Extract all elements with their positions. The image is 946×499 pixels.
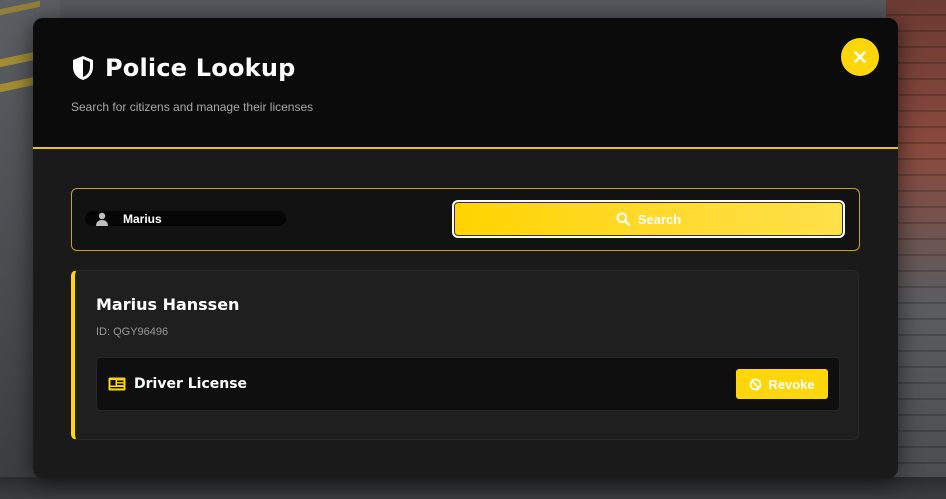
close-button[interactable] bbox=[841, 38, 879, 76]
person-icon bbox=[96, 212, 108, 226]
revoke-button-label: Revoke bbox=[768, 376, 815, 392]
modal-header: Police Lookup Search for citizens and ma… bbox=[33, 18, 898, 149]
license-row: Driver License Revoke bbox=[96, 357, 840, 411]
search-input[interactable] bbox=[123, 211, 273, 226]
search-icon bbox=[616, 212, 630, 226]
license-label: Driver License bbox=[134, 376, 248, 392]
title-row: Police Lookup bbox=[71, 54, 296, 82]
search-button-label: Search bbox=[637, 211, 682, 227]
police-lookup-modal: Police Lookup Search for citizens and ma… bbox=[33, 18, 898, 478]
shield-icon bbox=[73, 56, 93, 80]
citizen-id: ID: QGY96496 bbox=[96, 326, 169, 338]
close-icon bbox=[854, 51, 866, 63]
search-panel: Search bbox=[71, 188, 860, 251]
page-subtitle: Search for citizens and manage their lic… bbox=[71, 100, 314, 114]
citizen-result-card: Marius Hanssen ID: QGY96496 Driver Licen… bbox=[71, 270, 859, 440]
search-field[interactable] bbox=[85, 211, 286, 226]
search-button[interactable]: Search bbox=[452, 200, 845, 238]
id-card-icon bbox=[108, 377, 126, 391]
background-bottom bbox=[0, 477, 946, 499]
revoke-button[interactable]: Revoke bbox=[736, 369, 828, 399]
page-title: Police Lookup bbox=[105, 54, 296, 82]
citizen-name: Marius Hanssen bbox=[96, 295, 240, 314]
ban-icon bbox=[749, 378, 762, 390]
